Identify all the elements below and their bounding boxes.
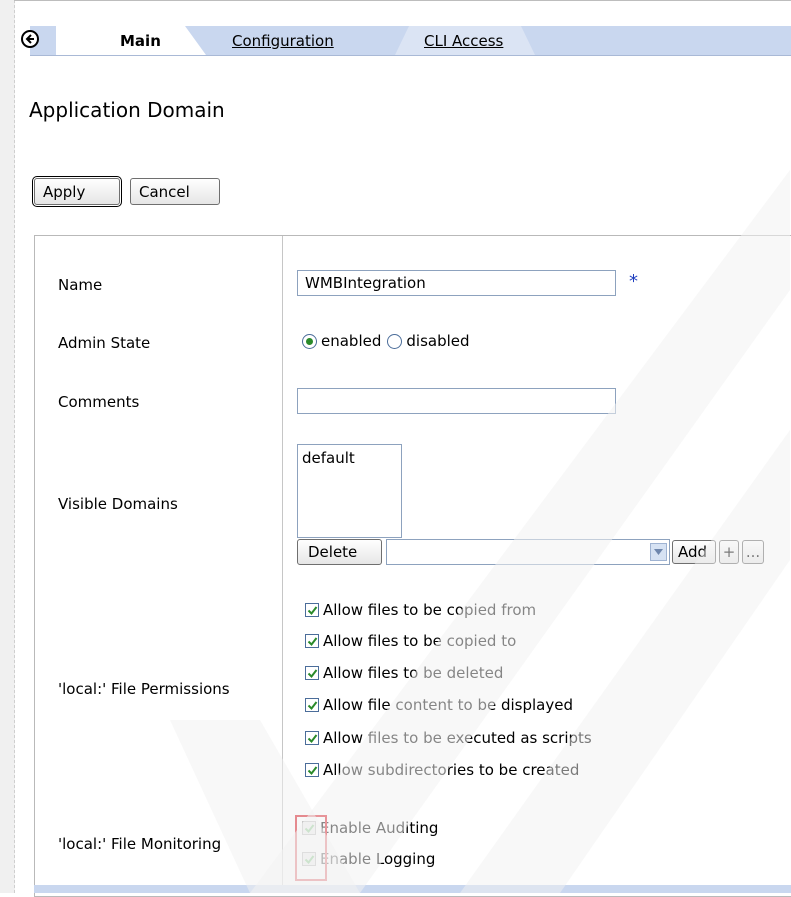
list-item[interactable]: default bbox=[302, 449, 397, 467]
tab-main-label: Main bbox=[120, 31, 161, 50]
required-marker: * bbox=[629, 271, 638, 292]
permission-checkbox-row[interactable]: Allow file content to be displayed bbox=[305, 696, 573, 714]
comments-field[interactable] bbox=[297, 388, 616, 414]
permission-label: Allow files to be copied to bbox=[323, 632, 517, 650]
permission-label: Allow files to be deleted bbox=[323, 664, 504, 682]
checkbox-checked-icon[interactable] bbox=[305, 698, 319, 712]
back-arrow-icon[interactable] bbox=[21, 30, 39, 48]
highlight-annotation-box bbox=[295, 815, 327, 881]
more-options-button[interactable]: ... bbox=[742, 540, 764, 564]
checkbox-checked-icon[interactable] bbox=[305, 763, 319, 777]
cancel-button[interactable]: Cancel bbox=[130, 178, 220, 205]
enable-auditing-label: Enable Auditing bbox=[320, 819, 439, 837]
checkbox-checked-icon[interactable] bbox=[305, 603, 319, 617]
permission-label: Allow files to be copied from bbox=[323, 601, 537, 619]
checkbox-checked-icon[interactable] bbox=[305, 666, 319, 680]
file-permissions-label: 'local:' File Permissions bbox=[58, 680, 230, 698]
apply-button[interactable]: Apply bbox=[32, 176, 122, 207]
permission-label: Allow file content to be displayed bbox=[323, 696, 573, 714]
tab-configuration[interactable]: Configuration bbox=[232, 26, 334, 55]
admin-state-disabled-label: disabled bbox=[406, 332, 470, 350]
permission-checkbox-row[interactable]: Allow files to be deleted bbox=[305, 664, 503, 682]
permission-label: Allow files to be executed as scripts bbox=[323, 729, 592, 747]
permission-checkbox-row[interactable]: Allow files to be executed as scripts bbox=[305, 729, 592, 747]
tab-main[interactable]: Main bbox=[56, 26, 206, 55]
enable-logging-label: Enable Logging bbox=[320, 850, 436, 868]
tab-cli-access[interactable]: CLI Access bbox=[424, 26, 503, 55]
name-label: Name bbox=[58, 276, 103, 294]
file-monitoring-label: 'local:' File Monitoring bbox=[58, 835, 222, 853]
tab-cli-access-label: CLI Access bbox=[424, 31, 504, 50]
left-frame-strip bbox=[0, 0, 15, 893]
permission-checkbox-row[interactable]: Allow subdirectories to be created bbox=[305, 761, 579, 779]
comments-label: Comments bbox=[58, 393, 140, 411]
bottom-bar bbox=[34, 885, 791, 893]
name-field[interactable] bbox=[297, 270, 616, 296]
visible-domains-label: Visible Domains bbox=[58, 495, 178, 513]
admin-state-enabled-label: enabled bbox=[321, 332, 382, 350]
delete-button[interactable]: Delete bbox=[297, 539, 382, 565]
permission-checkbox-row[interactable]: Allow files to be copied from bbox=[305, 601, 536, 619]
plus-button[interactable]: + bbox=[719, 540, 739, 564]
admin-state-label: Admin State bbox=[58, 334, 151, 352]
admin-state-disabled-radio[interactable] bbox=[387, 333, 403, 349]
permission-checkbox-row[interactable]: Allow files to be copied to bbox=[305, 632, 516, 650]
permission-label: Allow subdirectories to be created bbox=[323, 761, 580, 779]
top-border bbox=[14, 0, 791, 1]
admin-state-enabled-radio[interactable] bbox=[302, 333, 317, 349]
checkbox-checked-icon[interactable] bbox=[305, 731, 319, 745]
visible-domain-select[interactable] bbox=[386, 539, 670, 565]
chevron-down-icon[interactable] bbox=[650, 543, 667, 561]
column-divider bbox=[282, 236, 283, 893]
page-title: Application Domain bbox=[29, 98, 225, 122]
add-button[interactable]: Add bbox=[672, 540, 716, 564]
visible-domains-listbox[interactable]: default bbox=[297, 444, 402, 538]
admin-state-radio-group: enabled disabled bbox=[302, 332, 470, 350]
tab-configuration-label: Configuration bbox=[232, 31, 334, 50]
checkbox-checked-icon[interactable] bbox=[305, 634, 319, 648]
